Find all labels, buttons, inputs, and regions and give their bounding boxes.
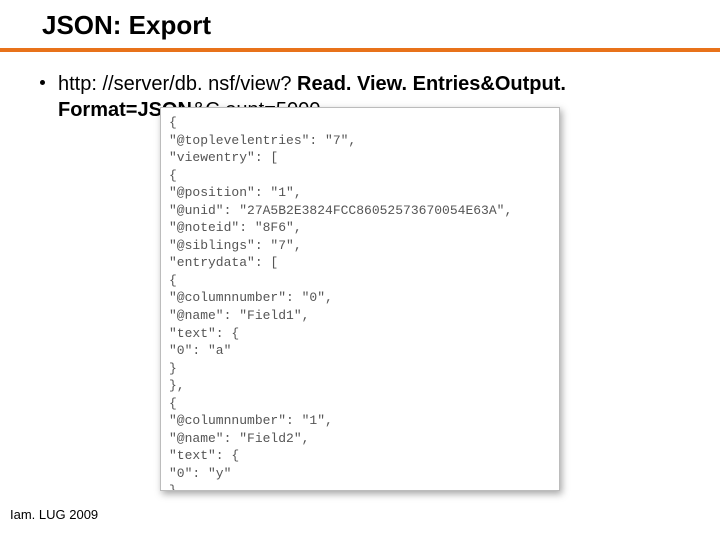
code-snippet: { "@toplevelentries": "7", "viewentry": … <box>160 107 560 491</box>
bullet-dot-icon <box>40 80 45 85</box>
footer-text: Iam. LUG 2009 <box>10 507 98 522</box>
bullet-text-pre: http: //server/db. nsf/view? <box>58 73 297 95</box>
title-underline <box>0 48 720 52</box>
slide-title: JSON: Export <box>42 10 211 41</box>
slide: JSON: Export http: //server/db. nsf/view… <box>0 0 720 540</box>
